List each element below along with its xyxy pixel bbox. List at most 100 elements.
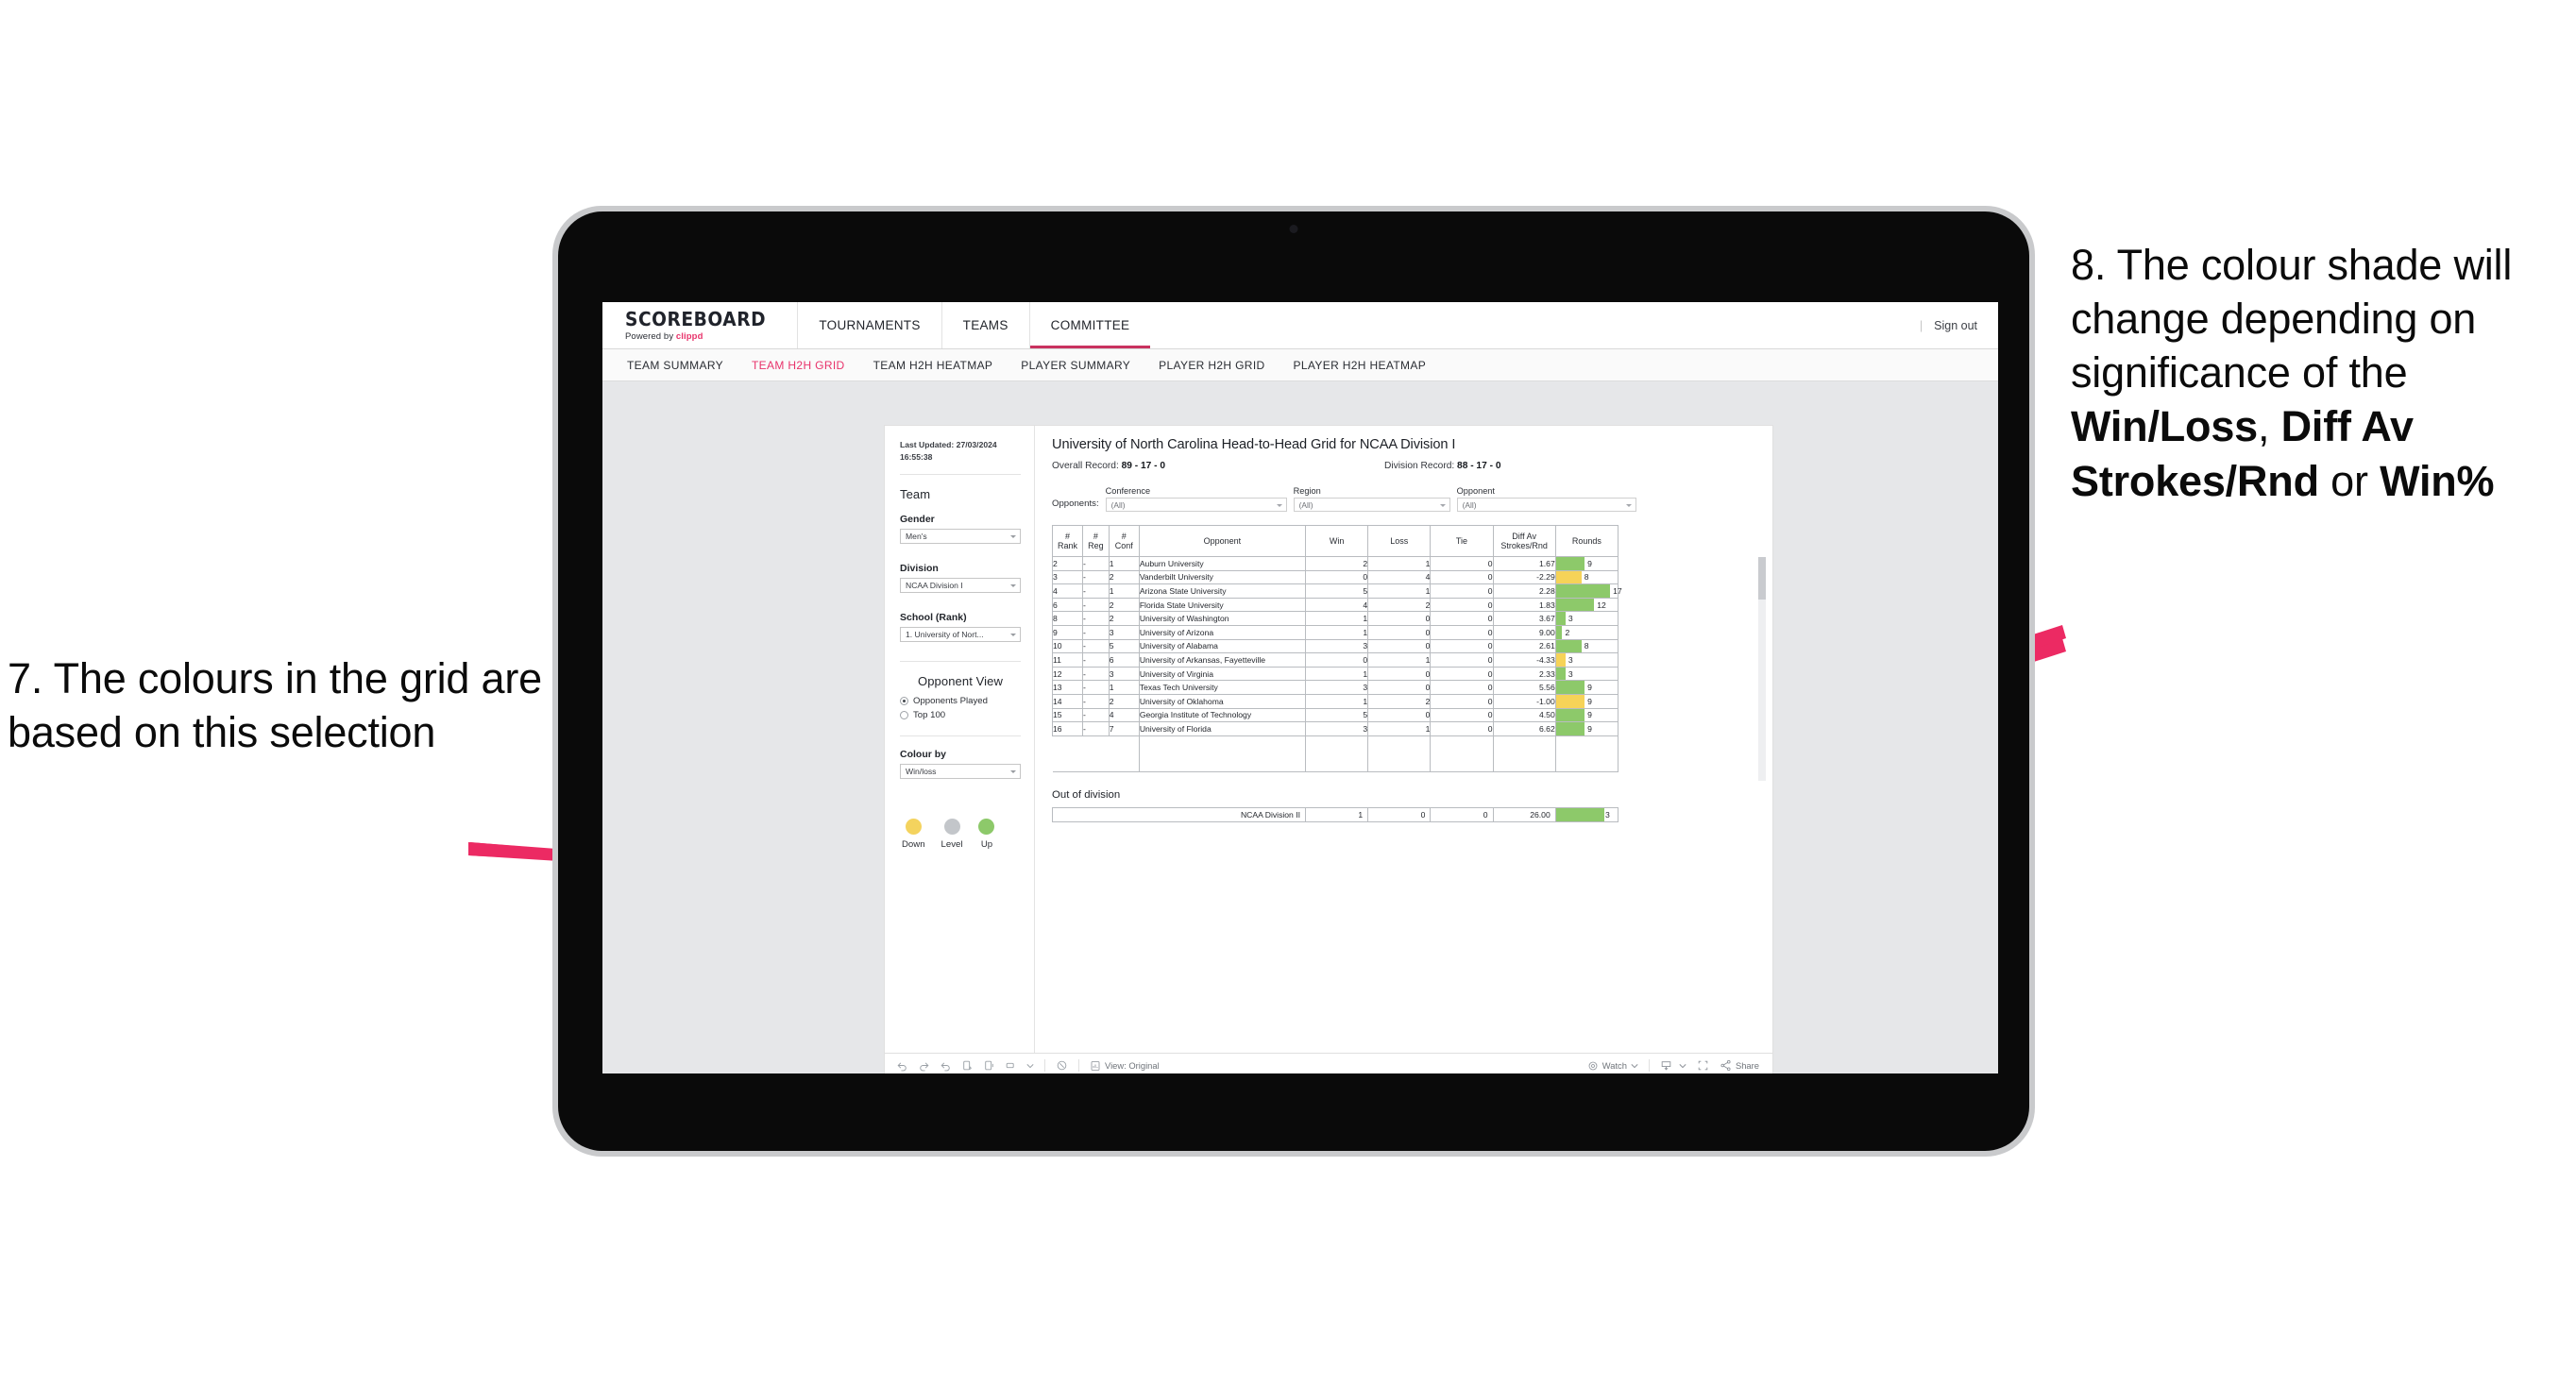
colour-by-select-value: Win/loss	[906, 766, 937, 776]
pause-icon[interactable]	[983, 1059, 995, 1072]
cell-tie: 0	[1430, 707, 1494, 723]
opponents-filter-label: Opponents:	[1052, 499, 1099, 509]
rounds-value: 2	[1565, 627, 1570, 637]
gender-select-value: Men's	[906, 531, 927, 541]
cell-conf: 4	[1108, 707, 1140, 723]
cell-tie: 0	[1430, 583, 1494, 599]
undo-icon[interactable]	[896, 1059, 908, 1072]
fullscreen-icon[interactable]	[1697, 1059, 1709, 1072]
table-row[interactable]: 8-2 University of Washington 1 0 0 3.67 3	[1051, 611, 1619, 626]
col-header-loss[interactable]: Loss	[1367, 525, 1432, 557]
refresh-icon[interactable]	[961, 1059, 974, 1072]
table-row[interactable]: 13-1 Texas Tech University 3 0 0 5.56 9	[1051, 680, 1619, 695]
cell-rounds: 12	[1554, 597, 1619, 613]
sign-out-link[interactable]: Sign out	[1934, 319, 1977, 332]
overall-record: Overall Record: 89 - 17 - 0	[1052, 461, 1165, 471]
nav-tab-committee[interactable]: COMMITTEE	[1028, 302, 1151, 348]
cell-opponent: University of Alabama	[1138, 638, 1306, 654]
cell-loss: 1	[1367, 721, 1432, 736]
table-row[interactable]: 2-1 Auburn University 2 1 0 1.67 9	[1051, 556, 1619, 571]
rounds-value: 17	[1613, 585, 1622, 596]
colour-by-select[interactable]: Win/loss	[900, 763, 1021, 779]
subnav-item-player-summary[interactable]: PLAYER SUMMARY	[1021, 359, 1130, 372]
watch-label: Watch	[1602, 1060, 1627, 1071]
nav-tab-teams[interactable]: TEAMS	[941, 302, 1029, 348]
col-header-rank[interactable]: # Rank	[1051, 525, 1084, 557]
download-button[interactable]	[1660, 1059, 1686, 1072]
cell-reg: -	[1082, 611, 1110, 626]
grid-scrollbar-thumb[interactable]	[1758, 557, 1766, 600]
cell-conf: 2	[1108, 569, 1140, 585]
cell-opponent: University of Virginia	[1138, 666, 1306, 682]
sort-icon[interactable]	[1005, 1059, 1017, 1072]
radio-top-100[interactable]: Top 100	[900, 710, 1021, 720]
cell-reg: -	[1082, 583, 1110, 599]
col-header-opponent[interactable]: Opponent	[1138, 525, 1306, 557]
front-camera-icon	[1289, 225, 1298, 233]
table-row[interactable]: 12-3 University of Virginia 1 0 0 2.33 3	[1051, 666, 1619, 682]
opponent-filter-value: (All)	[1462, 499, 1477, 510]
brand-powered-name: clippd	[675, 330, 703, 342]
cell-conf: 1	[1108, 556, 1140, 571]
conference-filter-select[interactable]: (All)	[1105, 498, 1287, 512]
col-header-reg[interactable]: # Reg	[1082, 525, 1110, 557]
opponent-filter-select[interactable]: (All)	[1456, 498, 1636, 512]
subnav-item-team-h2h-grid[interactable]: TEAM H2H GRID	[752, 359, 845, 372]
col-header-tie[interactable]: Tie	[1430, 525, 1494, 557]
cell-rank: 14	[1051, 693, 1084, 709]
spacer-cell	[1082, 735, 1110, 772]
filter-sidebar: Last Updated: 27/03/2024 16:55:38 Team G…	[885, 426, 1035, 1053]
table-row[interactable]: 4-1 Arizona State University 5 1 0 2.28 17	[1051, 583, 1622, 599]
redo-icon[interactable]	[918, 1059, 930, 1072]
cell-conf: 2	[1108, 693, 1140, 709]
cell-win: 5	[1304, 583, 1369, 599]
cell-rounds: 2	[1554, 624, 1619, 640]
rounds-value: 9	[1587, 683, 1592, 693]
table-row[interactable]: 9-3 University of Arizona 1 0 0 9.00 2	[1051, 624, 1619, 640]
brand-logo[interactable]: SCOREBOARD Powered by clippd	[602, 302, 797, 348]
table-row[interactable]: 11-6 University of Arkansas, Fayetteville…	[1051, 652, 1619, 668]
region-filter-select[interactable]: (All)	[1293, 498, 1450, 512]
table-row[interactable]: 10-5 University of Alabama 3 0 0 2.61 8	[1051, 638, 1619, 654]
subnav-item-player-h2h-heatmap[interactable]: PLAYER H2H HEATMAP	[1294, 359, 1427, 372]
table-row[interactable]: 14-2 University of Oklahoma 1 2 0 -1.00 9	[1051, 693, 1619, 709]
col-header-conf[interactable]: # Conf	[1108, 525, 1140, 557]
grid-scrollbar-track[interactable]	[1758, 557, 1766, 781]
table-row[interactable]: 3-2 Vanderbilt University 0 4 0 -2.29 8	[1051, 569, 1619, 585]
col-header-win[interactable]: Win	[1304, 525, 1369, 557]
opponent-filter-label: Opponent	[1456, 486, 1495, 496]
division-select[interactable]: NCAA Division I	[900, 577, 1021, 593]
table-row[interactable]: 15-4 Georgia Institute of Technology 5 0 0 4.…	[1051, 707, 1619, 723]
share-button[interactable]: Share	[1720, 1059, 1759, 1072]
col-header-rounds[interactable]: Rounds	[1554, 525, 1619, 557]
table-row[interactable]: 6-2 Florida State University 4 2 0 1.83 12	[1051, 597, 1619, 613]
rounds-value: 3	[1568, 614, 1573, 624]
subnav-item-team-summary[interactable]: TEAM SUMMARY	[627, 359, 723, 372]
cell-rounds: 9	[1554, 721, 1619, 736]
col-header-diff-av-strokes[interactable]: Diff Av Strokes/Rnd	[1492, 525, 1556, 557]
subnav-item-team-h2h-heatmap[interactable]: TEAM H2H HEATMAP	[873, 359, 993, 372]
out-of-division-row[interactable]: NCAA Division II 1 0 0 26.00 3	[1052, 806, 1619, 822]
cell-rank: 6	[1051, 597, 1084, 613]
school-rank-select[interactable]: 1. University of Nort...	[900, 626, 1021, 642]
gender-select[interactable]: Men's	[900, 528, 1021, 544]
chevron-down-icon[interactable]	[1026, 1062, 1034, 1070]
toolbar-divider	[1648, 1059, 1650, 1072]
divider	[900, 735, 1021, 736]
conference-filter: Conference (All)	[1105, 486, 1287, 512]
rounds-bar	[1555, 584, 1611, 598]
cell-conf: 2	[1108, 597, 1140, 613]
watch-button[interactable]: Watch	[1587, 1060, 1638, 1072]
table-row[interactable]: 16-7 University of Florida 3 1 0 6.62 9	[1051, 721, 1619, 736]
radio-opponents-played[interactable]: Opponents Played	[900, 696, 1021, 706]
record-summary: Overall Record: 89 - 17 - 0 Division Rec…	[1052, 461, 1757, 471]
nav-tab-tournaments[interactable]: TOURNAMENTS	[797, 302, 941, 348]
cell-rank: 11	[1051, 652, 1084, 668]
primary-nav-tabs: TOURNAMENTS TEAMS COMMITTEE	[797, 302, 1151, 348]
cell-tie: 0	[1430, 680, 1494, 695]
revert-icon[interactable]	[940, 1059, 952, 1072]
clear-icon[interactable]	[1056, 1059, 1068, 1072]
cell-reg: -	[1082, 556, 1110, 571]
view-original-button[interactable]: View: Original	[1090, 1060, 1160, 1072]
subnav-item-player-h2h-grid[interactable]: PLAYER H2H GRID	[1159, 359, 1264, 372]
